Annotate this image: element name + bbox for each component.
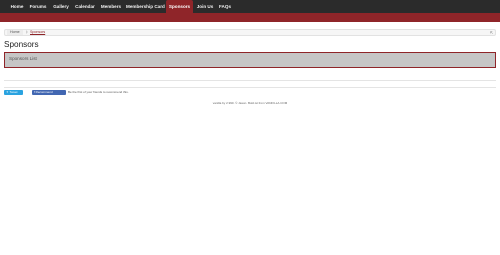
nav-tab-faqs[interactable]: FAQs [217,0,233,13]
nav-tab-home[interactable]: Home [6,0,28,13]
sponsors-list-label: Sponsors List [9,56,37,61]
divider [4,80,496,81]
page-title: Sponsors [4,40,39,49]
breadcrumb-current[interactable]: Sponsors [30,30,45,35]
tweet-label: Tweet [9,90,18,94]
breadcrumb-home[interactable]: Home [7,30,23,35]
nav-tab-gallery[interactable]: Gallery [50,0,72,13]
recommend-text: Be the first of your friends to recommen… [68,90,129,94]
nav-tab-forums[interactable]: Forums [28,0,48,13]
nav-tab-calendar[interactable]: Calendar [74,0,96,13]
top-navigation: Home Forums Gallery Calendar Members Mem… [0,0,500,13]
twitter-bird-icon: ✦ [6,90,9,94]
nav-tab-sponsors[interactable]: Sponsors [166,0,193,13]
header-accent-bar [0,13,500,22]
tweet-button[interactable]: ✦Tweet [4,90,23,95]
nav-tab-membership-card[interactable]: Membership Card [126,0,165,13]
facebook-recommend-button[interactable]: f Recommend [32,90,66,95]
divider [4,87,496,88]
breadcrumb-separator [26,30,28,34]
nav-tab-members[interactable]: Members [99,0,123,13]
nav-tab-join-us[interactable]: Join Us [195,0,215,13]
footer-credits: vanilla by 2.990. © Jason. Bold.ist from… [212,101,288,105]
breadcrumb: Home Sponsors ⇱ [4,29,496,36]
jump-to-icon[interactable]: ⇱ [489,30,494,35]
recommend-label: Recommend [35,90,53,94]
sponsors-list-box: Sponsors List [4,52,496,68]
